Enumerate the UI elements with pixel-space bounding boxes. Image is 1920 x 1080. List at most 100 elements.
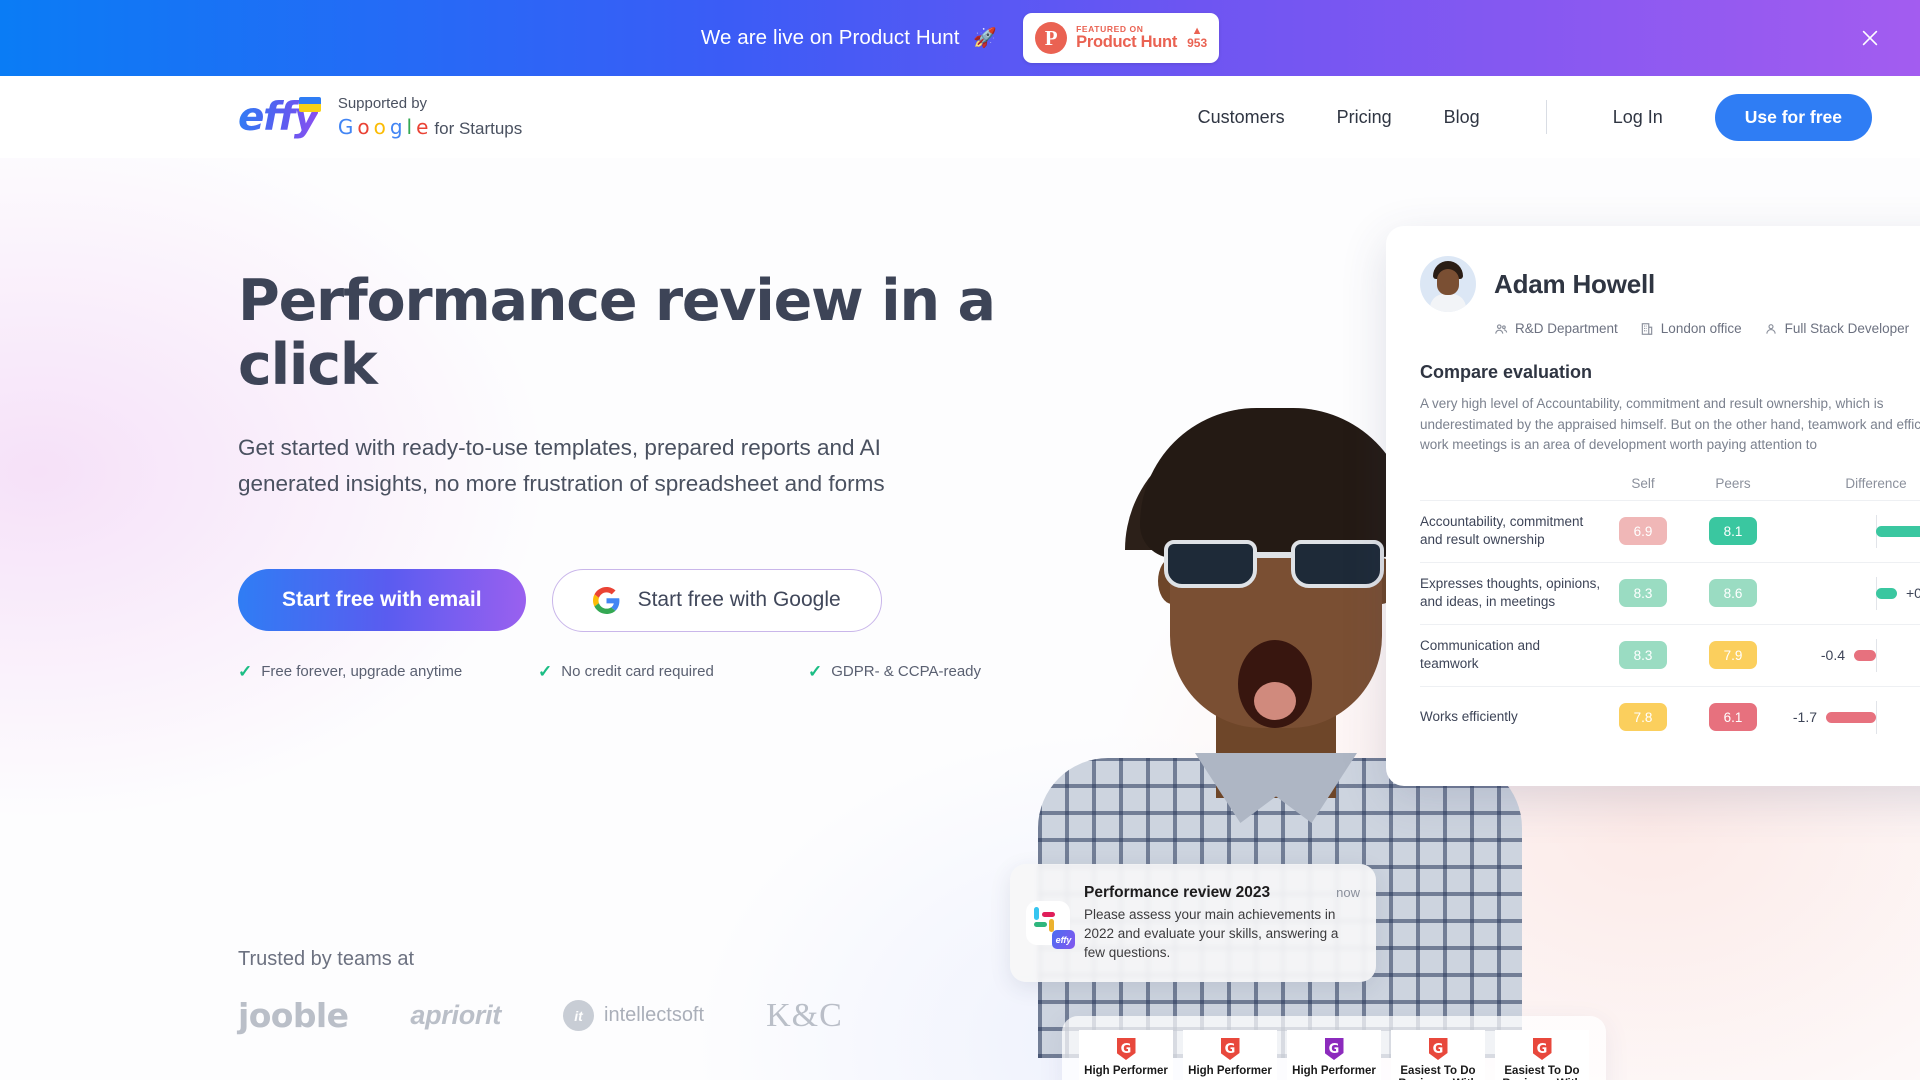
self-score-cell: 8.3 <box>1610 641 1676 670</box>
difference-axis <box>1876 700 1877 734</box>
table-body: Accountability, commitment and result ow… <box>1420 499 1920 748</box>
hero-copy: Performance review in a click Get starte… <box>238 268 998 682</box>
table-row: Accountability, commitment and result ow… <box>1420 499 1920 562</box>
use-for-free-button[interactable]: Use for free <box>1714 93 1872 141</box>
feature-label: No credit card required <box>561 663 714 681</box>
notification-message: Please assess your main achievements in … <box>1084 906 1339 961</box>
g2-badge-title: High Performer <box>1188 1065 1272 1077</box>
feature-label: GDPR- & CCPA-ready <box>831 663 982 681</box>
g2-badge: GEasiest To Do Business WithMid-MarketWI… <box>1495 1030 1589 1080</box>
intellectsoft-mark-icon: it <box>563 1000 594 1031</box>
difference-value: -1.7 <box>1792 709 1817 726</box>
person-header: Adam Howell <box>1420 256 1920 312</box>
start-free-with-email-button[interactable]: Start free with email <box>238 569 526 632</box>
client-logo-jooble: jooble <box>238 996 349 1035</box>
person-mouth-inner <box>1254 682 1296 720</box>
google-letter-o2: o <box>373 114 386 139</box>
meta-label: London office <box>1660 321 1742 336</box>
self-score-badge: 8.3 <box>1619 641 1667 670</box>
meta-label: R&D Department <box>1515 321 1618 336</box>
client-logo-kc: K&C <box>766 996 843 1034</box>
login-link[interactable]: Log In <box>1613 107 1663 128</box>
g2-badge: GHigh PerformerMid-MarketWINTER 2023 <box>1183 1030 1277 1080</box>
client-logo-apriorit: apriorit <box>410 1000 501 1030</box>
sunglasses-icon <box>1160 536 1392 592</box>
peers-score-cell: 7.9 <box>1700 641 1766 670</box>
column-header-criteria <box>1420 476 1610 491</box>
meta-role: Full Stack Developer <box>1764 321 1910 336</box>
effy-logo[interactable]: effy <box>238 95 321 140</box>
site-header: effy Supported by Google for Startups Cu… <box>0 76 1920 158</box>
peers-score-cell: 8.1 <box>1700 517 1766 546</box>
slack-icon: effy <box>1026 901 1075 949</box>
difference-cell: -1.7 <box>1766 687 1920 748</box>
peers-score-cell: 6.1 <box>1700 703 1766 732</box>
g2-logo-icon: G <box>1324 1038 1344 1060</box>
close-icon[interactable] <box>1856 24 1884 52</box>
check-icon: ✓ <box>238 661 253 681</box>
g2-badge: GHigh PerformerEuropeWINTER 2023 <box>1287 1030 1381 1080</box>
user-icon <box>1765 323 1776 334</box>
table-row: Expresses thoughts, opinions, and ideas,… <box>1420 561 1920 624</box>
meta-department: R&D Department <box>1494 321 1618 336</box>
person-meta: R&D Department London office Full Stack … <box>1494 321 1920 336</box>
table-row: Works efficiently 7.8 6.1 -1.7 <box>1420 685 1920 748</box>
compare-evaluation-card: Adam Howell R&D Department London office… <box>1386 226 1920 786</box>
difference-value: -0.4 <box>1820 647 1845 664</box>
product-hunt-badge[interactable]: P FEATURED ON Product Hunt ▲ 953 <box>1023 13 1220 63</box>
column-header-difference: Difference <box>1845 475 1907 491</box>
google-button-label: Start free with Google <box>637 588 841 612</box>
hero-section: Performance review in a click Get starte… <box>0 158 1920 1080</box>
compare-evaluation-description: A very high level of Accountability, com… <box>1420 396 1920 453</box>
g2-logo-icon: G <box>1220 1038 1240 1060</box>
difference-cell: +1.2 <box>1766 501 1920 562</box>
check-icon: ✓ <box>538 661 553 681</box>
announcement-bar: We are live on Product Hunt 🚀 P FEATURED… <box>0 0 1920 76</box>
avatar <box>1420 256 1476 312</box>
self-score-cell: 6.9 <box>1610 517 1676 546</box>
google-letter-o1: o <box>357 114 370 139</box>
compare-evaluation-title: Compare evaluation <box>1420 362 1593 382</box>
start-free-with-google-button[interactable]: Start free with Google <box>551 568 882 632</box>
cta-row: Start free with email Start free with Go… <box>238 568 998 632</box>
self-score-cell: 8.3 <box>1610 579 1676 608</box>
slack-notification-card: effy Performance review 2023 now Please … <box>1010 864 1376 982</box>
g2-badge-title: Easiest To Do Business With <box>1398 1065 1477 1080</box>
feature-list: ✓ Free forever, upgrade anytime ✓ No cre… <box>238 662 998 682</box>
supported-by-block: Supported by Google for Startups <box>338 94 522 140</box>
feature-item-free-forever: ✓ Free forever, upgrade anytime <box>238 662 538 682</box>
peers-score-badge: 6.1 <box>1709 703 1757 732</box>
google-for-startups: Google for Startups <box>338 114 522 140</box>
for-startups-label: for Startups <box>434 118 523 138</box>
g2-logo-icon: G <box>1532 1038 1552 1060</box>
person-name: Adam Howell <box>1494 268 1656 299</box>
feature-item-no-credit-card: ✓ No credit card required <box>538 662 808 682</box>
brand-group[interactable]: effy Supported by Google for Startups <box>238 94 522 140</box>
g2-badge-title: Easiest To Do Business With <box>1502 1065 1581 1080</box>
google-letter-g2: g <box>389 114 403 139</box>
difference-value: +0.3 <box>1906 585 1920 602</box>
page-title: Performance review in a click <box>238 268 996 398</box>
peers-score-badge: 7.9 <box>1709 641 1757 670</box>
ukraine-flag-icon <box>298 96 321 112</box>
product-hunt-name: Product Hunt <box>1076 32 1178 51</box>
difference-bar <box>1876 525 1920 537</box>
upvote-count: 953 <box>1187 36 1208 51</box>
meta-office: London office <box>1640 321 1742 336</box>
nav-item-customers[interactable]: Customers <box>1198 107 1285 128</box>
feature-label: Free forever, upgrade anytime <box>261 663 463 681</box>
main-navigation: Customers Pricing Blog Log In Use for fr… <box>1198 93 1872 141</box>
notification-timestamp: now <box>1336 884 1360 900</box>
g2-badge: GHigh PerformerWINTER2023 <box>1079 1030 1173 1080</box>
google-icon <box>592 586 619 614</box>
peers-score-cell: 8.6 <box>1700 579 1766 608</box>
g2-badge-title: High Performer <box>1084 1065 1168 1077</box>
difference-cell: +0.3 <box>1766 563 1920 624</box>
difference-bar <box>1854 649 1876 661</box>
effy-app-chip: effy <box>1052 930 1075 949</box>
nav-item-pricing[interactable]: Pricing <box>1337 107 1392 128</box>
meta-label: Full Stack Developer <box>1784 321 1910 336</box>
nav-item-blog[interactable]: Blog <box>1444 107 1480 128</box>
rocket-icon: 🚀 <box>973 28 998 49</box>
g2-badge-title: High Performer <box>1292 1065 1376 1077</box>
